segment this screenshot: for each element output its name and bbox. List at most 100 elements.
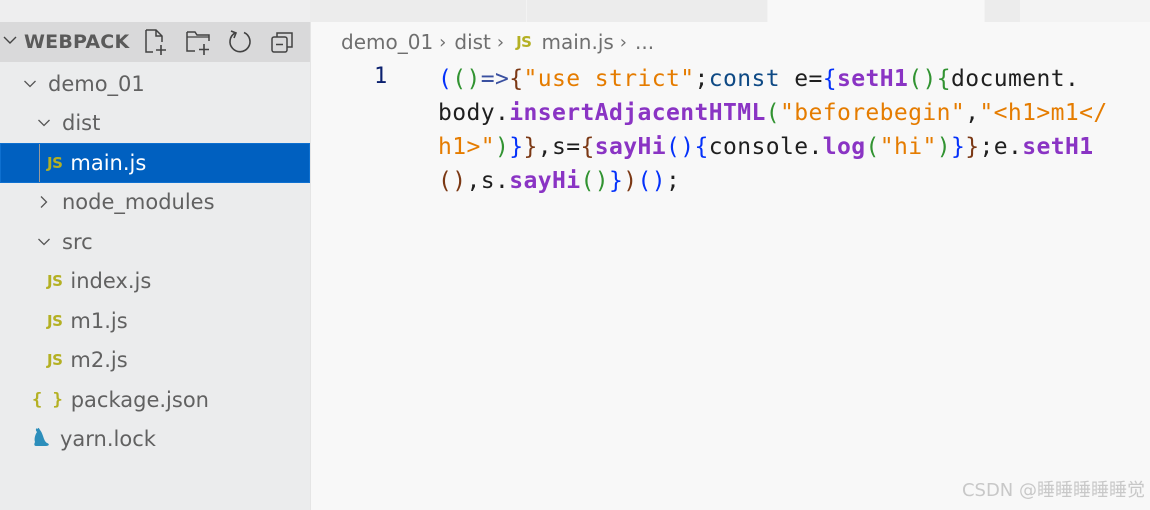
explorer-section-title: WEBPACK	[24, 31, 130, 53]
tree-item-label: demo_01	[48, 71, 145, 96]
editor-tab[interactable]	[310, 0, 527, 22]
javascript-file-icon: JS	[47, 351, 63, 370]
code-lines[interactable]: (()=>{"use strict";const e={setH1(){docu…	[438, 62, 1108, 198]
code-token: ;e.	[979, 134, 1023, 160]
code-token: )	[651, 168, 666, 194]
tree-item-label: src	[62, 229, 93, 254]
code-token: }	[609, 168, 624, 194]
code-token: {	[509, 66, 524, 92]
code-token: h1>"	[438, 134, 495, 160]
tree-file-package-json[interactable]: { } package.json	[0, 380, 310, 420]
tree-file-index-js[interactable]: JS index.js	[0, 262, 310, 302]
code-token: {	[694, 134, 709, 160]
code-token: =>	[480, 66, 510, 92]
javascript-file-icon: JS	[47, 153, 63, 172]
code-token: ,s=	[537, 134, 581, 160]
chevron-down-icon	[34, 116, 54, 130]
code-token: sayHi	[594, 134, 666, 160]
line-number: 1	[374, 64, 388, 89]
breadcrumb-item[interactable]: demo_01	[341, 30, 433, 54]
code-token: setH1	[836, 66, 909, 92]
code-line: body.insertAdjacentHTML("beforebegin","<…	[438, 96, 1108, 130]
chevron-down-icon	[2, 32, 20, 52]
code-token: insertAdjacentHTML	[509, 100, 766, 126]
breadcrumb-item[interactable]: main.js	[541, 30, 613, 54]
new-folder-icon	[186, 31, 210, 55]
editor-pane: demo_01 › dist › JS main.js › ... 1 (()=…	[310, 22, 1150, 510]
chevron-right-icon: ›	[496, 31, 505, 53]
file-tree: demo_01 dist JS main.js node_modules src…	[0, 64, 310, 459]
code-token: )	[680, 134, 695, 160]
new-file-icon	[145, 29, 166, 55]
breadcrumb-item[interactable]: ...	[635, 30, 654, 54]
editor-tab[interactable]	[527, 0, 768, 22]
tree-item-label: node_modules	[62, 190, 215, 215]
code-token: "use strict"	[523, 66, 695, 92]
chevron-down-icon	[34, 235, 54, 249]
collapse-all-icon	[271, 32, 293, 53]
code-token: (	[765, 100, 780, 126]
tree-file-yarn-lock[interactable]: yarn.lock	[0, 420, 310, 460]
tree-item-label: main.js	[70, 150, 147, 175]
new-file-button[interactable]	[142, 28, 170, 56]
code-token: {	[580, 134, 595, 160]
tree-item-label: index.js	[70, 269, 152, 294]
tab-actions-area	[1021, 0, 1150, 22]
tree-item-label: dist	[62, 111, 101, 136]
tree-folder-src[interactable]: src	[0, 222, 310, 262]
tree-item-label: m2.js	[70, 348, 128, 373]
code-token: ,	[965, 100, 980, 126]
new-folder-button[interactable]	[184, 28, 212, 56]
editor-tab[interactable]	[985, 0, 1021, 22]
tree-item-label: package.json	[70, 387, 209, 412]
tree-file-m2-js[interactable]: JS m2.js	[0, 341, 310, 381]
explorer-section-header[interactable]: WEBPACK	[0, 22, 310, 62]
explorer-sidebar: WEBPACK demo_01 dist JS main.js node_mod…	[0, 22, 310, 510]
code-line: (()=>{"use strict";const e={setH1(){docu…	[438, 62, 1108, 96]
code-token: document.	[950, 66, 1080, 92]
code-token: )	[922, 66, 937, 92]
code-token: (	[580, 168, 595, 194]
javascript-file-icon: JS	[516, 33, 532, 51]
chevron-down-icon	[20, 77, 40, 91]
code-line: (),s.sayHi()})();	[438, 164, 1108, 198]
editor-tab-active[interactable]	[768, 0, 985, 22]
code-token: body.	[438, 100, 510, 126]
code-token: (	[438, 168, 453, 194]
code-token: )	[466, 66, 481, 92]
code-token: ;	[666, 168, 681, 194]
tabstrip-left-segment	[0, 0, 310, 22]
code-token: (	[666, 134, 681, 160]
collapse-all-button[interactable]	[268, 28, 296, 56]
tree-folder-dist[interactable]: dist	[0, 104, 310, 144]
javascript-file-icon: JS	[47, 311, 63, 330]
tree-folder-node_modules[interactable]: node_modules	[0, 183, 310, 223]
tree-item-label: yarn.lock	[60, 427, 156, 452]
breadcrumb-item[interactable]: dist	[454, 30, 491, 54]
code-token: )	[936, 134, 951, 160]
code-token: )	[623, 168, 638, 194]
code-token: )	[452, 168, 467, 194]
breadcrumb: demo_01 › dist › JS main.js › ...	[341, 30, 654, 54]
code-token: (	[865, 134, 880, 160]
code-token: }	[950, 134, 966, 160]
code-token: {	[936, 66, 951, 92]
chevron-right-icon: ›	[439, 31, 447, 53]
code-token: console.	[708, 134, 823, 160]
code-token: "beforebegin"	[779, 100, 966, 126]
code-token: (	[637, 168, 652, 194]
tree-file-main-js[interactable]: JS main.js	[0, 143, 310, 183]
code-token: ;	[694, 66, 709, 92]
code-token: log	[822, 134, 866, 160]
code-token: "<h1>m1</	[979, 100, 1108, 126]
refresh-button[interactable]	[226, 28, 254, 56]
code-token: }	[509, 134, 524, 160]
refresh-icon	[229, 30, 251, 53]
code-token: )	[495, 134, 510, 160]
watermark: CSDN @睡睡睡睡睡觉	[961, 480, 1145, 501]
code-token: setH1	[1022, 134, 1094, 160]
tree-file-m1-js[interactable]: JS m1.js	[0, 301, 310, 341]
code-token: (	[452, 66, 467, 92]
code-token: {	[822, 66, 837, 92]
tree-folder-demo_01[interactable]: demo_01	[0, 64, 310, 104]
